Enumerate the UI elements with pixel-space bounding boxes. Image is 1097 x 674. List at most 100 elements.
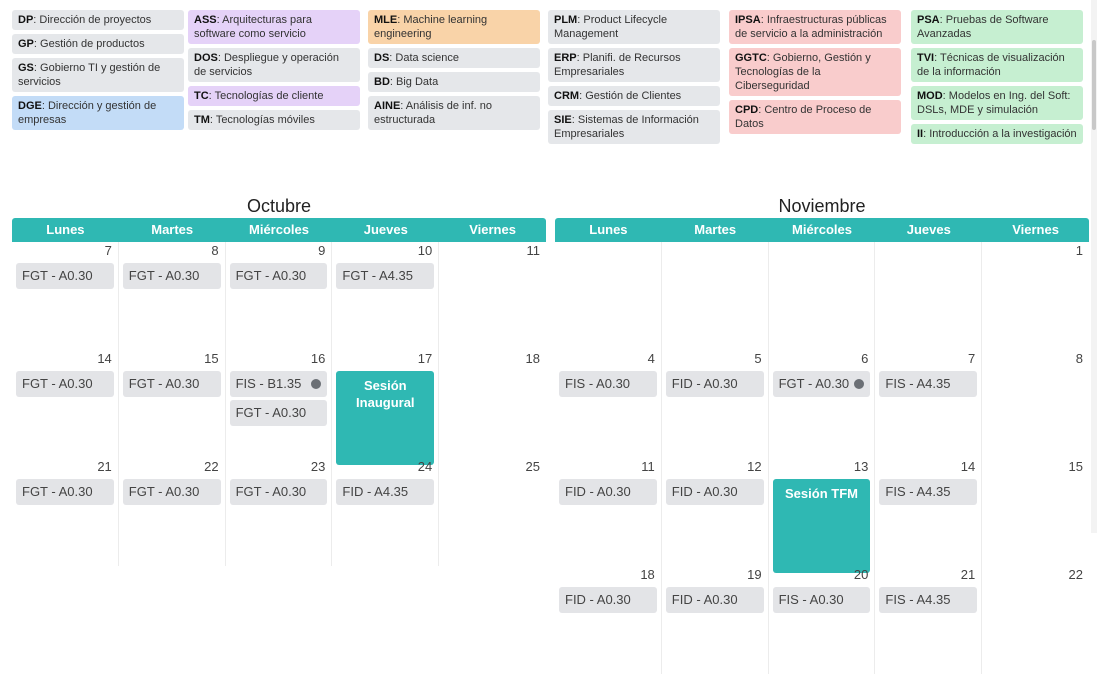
class-event[interactable]: FID - A4.35 xyxy=(336,479,435,505)
calendar-day[interactable]: 22 FGT - A0.30 xyxy=(119,458,226,566)
legend-item-mod[interactable]: MOD: Modelos en Ing. del Soft: DSLs, MDE… xyxy=(911,86,1083,120)
calendar-day[interactable]: 4 FIS - A0.30 xyxy=(555,350,662,458)
calendar-day[interactable]: 25 xyxy=(439,458,546,566)
legend-item-tvi[interactable]: TVI: Técnicas de visualización de la inf… xyxy=(911,48,1083,82)
class-event[interactable]: FGT - A0.30 xyxy=(16,263,114,289)
class-event[interactable]: FIS - A0.30 xyxy=(772,587,871,613)
legend-item-gs[interactable]: GS: Gobierno TI y gestión de servicios xyxy=(12,58,184,92)
calendar-day[interactable]: 10 FGT - A4.35 xyxy=(332,242,440,350)
day-number: 12 xyxy=(747,459,762,474)
class-event[interactable]: FID - A0.30 xyxy=(559,587,657,613)
calendar-day[interactable]: 5 FID - A0.30 xyxy=(662,350,769,458)
legend-item-cpd[interactable]: CPD: Centro de Proceso de Datos xyxy=(729,100,901,134)
calendar-day[interactable]: 7 FGT - A0.30 xyxy=(12,242,119,350)
class-event[interactable]: FGT - A0.30 xyxy=(229,479,328,505)
special-session-event[interactable]: Sesión TFM xyxy=(772,479,871,573)
calendar-day[interactable]: 8 FGT - A0.30 xyxy=(119,242,226,350)
legend-item-dge[interactable]: DGE: Dirección y gestión de empresas xyxy=(12,96,184,130)
scrollbar-thumb[interactable] xyxy=(1092,40,1096,130)
calendar-day[interactable]: 1 xyxy=(982,242,1089,350)
class-event[interactable]: FIS - A4.35 xyxy=(879,371,978,397)
legend-item-erp[interactable]: ERP: Planifi. de Recursos Empresariales xyxy=(548,48,720,82)
calendar-day[interactable]: 6 FGT - A0.30 xyxy=(769,350,876,458)
weekday-0: Lunes xyxy=(46,222,85,237)
event-label: FGT - A0.30 xyxy=(22,484,93,499)
legend-name: Big Data xyxy=(396,76,439,88)
legend-code: DGE xyxy=(18,100,42,112)
calendar-day[interactable]: 20 FIS - A0.30 xyxy=(769,566,876,674)
legend-item-crm[interactable]: CRM: Gestión de Clientes xyxy=(548,86,720,106)
calendar-day[interactable]: 19 FID - A0.30 xyxy=(662,566,769,674)
event-label: FGT - A0.30 xyxy=(22,376,93,391)
calendar-day[interactable]: 11 xyxy=(439,242,546,350)
class-event[interactable]: FID - A0.30 xyxy=(665,479,764,505)
legend-item-tm[interactable]: TM: Tecnologías móviles xyxy=(188,110,360,130)
class-event[interactable]: FGT - A0.30 xyxy=(122,371,221,397)
calendar-day[interactable]: 21 FGT - A0.30 xyxy=(12,458,119,566)
legend-item-dp[interactable]: DP: Dirección de proyectos xyxy=(12,10,184,30)
calendar-day[interactable] xyxy=(769,242,876,350)
legend-item-tc[interactable]: TC: Tecnologías de cliente xyxy=(188,86,360,106)
legend-item-ii[interactable]: II: Introducción a la investigación xyxy=(911,124,1083,144)
event-label: FID - A0.30 xyxy=(671,484,738,499)
calendar-day[interactable]: 7 FIS - A4.35 xyxy=(875,350,983,458)
calendar-day[interactable]: 18 FID - A0.30 xyxy=(555,566,662,674)
legend-code: TC xyxy=(194,90,209,102)
class-event[interactable]: FIS - A4.35 xyxy=(879,587,978,613)
class-event[interactable]: FGT - A0.30 xyxy=(16,371,114,397)
legend-item-ass[interactable]: ASS: Arquitecturas para software como se… xyxy=(188,10,360,44)
calendar-day[interactable]: 14 FIS - A4.35 xyxy=(875,458,983,573)
calendar-day[interactable]: 18 xyxy=(439,350,546,465)
class-event[interactable]: FIS - A4.35 xyxy=(879,479,978,505)
legend-code: GGTC xyxy=(735,52,767,64)
class-event[interactable]: FGT - A0.30 xyxy=(122,263,221,289)
vertical-scrollbar[interactable] xyxy=(1091,0,1097,533)
legend-item-gp[interactable]: GP: Gestión de productos xyxy=(12,34,184,54)
calendar-day[interactable]: 12 FID - A0.30 xyxy=(662,458,769,573)
class-event[interactable]: FGT - A0.30 xyxy=(16,479,114,505)
legend-item-aine[interactable]: AINE: Análisis de inf. no estructurada xyxy=(368,96,540,130)
day-number xyxy=(555,242,661,260)
class-event[interactable]: FGT - A0.30 xyxy=(122,479,221,505)
legend-item-ipsa[interactable]: IPSA: Infraestructuras públicas de servi… xyxy=(729,10,901,44)
class-event[interactable]: FID - A0.30 xyxy=(665,587,764,613)
class-event[interactable]: FGT - A0.30 xyxy=(229,400,328,426)
legend-item-sie[interactable]: SIE: Sistemas de Información Empresarial… xyxy=(548,110,720,144)
class-event[interactable]: FIS - B1.35 xyxy=(229,371,328,397)
calendar-day[interactable]: 9 FGT - A0.30 xyxy=(226,242,333,350)
calendar-day[interactable]: 16 FIS - B1.35 FGT - A0.30 xyxy=(226,350,333,465)
calendar-day[interactable]: 15 FGT - A0.30 xyxy=(119,350,226,465)
calendar-day[interactable]: 15 xyxy=(982,458,1089,573)
class-event[interactable]: FGT - A4.35 xyxy=(336,263,435,289)
calendar-day[interactable]: 24 FID - A4.35 xyxy=(332,458,440,566)
legend-name: Gestión de productos xyxy=(40,38,145,50)
class-event[interactable]: FIS - A0.30 xyxy=(559,371,657,397)
calendar-day[interactable]: 23 FGT - A0.30 xyxy=(226,458,333,566)
class-event[interactable]: FGT - A0.30 xyxy=(772,371,871,397)
calendar-day[interactable] xyxy=(555,242,662,350)
class-event[interactable]: FID - A0.30 xyxy=(559,479,657,505)
legend-item-ggtc[interactable]: GGTC: Gobierno, Gestión y Tecnologías de… xyxy=(729,48,901,96)
class-event[interactable]: FID - A0.30 xyxy=(665,371,764,397)
legend-item-mle[interactable]: MLE: Machine learning engineering xyxy=(368,10,540,44)
legend-item-plm[interactable]: PLM: Product Lifecycle Management xyxy=(548,10,720,44)
calendar-day[interactable]: 21 FIS - A4.35 xyxy=(875,566,983,674)
calendar-day[interactable]: 8 xyxy=(982,350,1089,458)
calendar-month-title: Octubre xyxy=(246,196,312,216)
calendar-day[interactable]: 11 FID - A0.30 xyxy=(555,458,662,573)
legend-item-ds[interactable]: DS: Data science xyxy=(368,48,540,68)
calendar-day[interactable]: 22 xyxy=(982,566,1089,674)
legend-item-bd[interactable]: BD: Big Data xyxy=(368,72,540,92)
legend-item-psa[interactable]: PSA: Pruebas de Software Avanzadas xyxy=(911,10,1083,44)
day-number xyxy=(875,242,981,260)
calendar-day[interactable]: 17 Sesión Inaugural xyxy=(332,350,440,465)
calendar-day[interactable] xyxy=(875,242,983,350)
calendar-day[interactable] xyxy=(662,242,769,350)
event-label: FGT - A0.30 xyxy=(235,484,307,499)
class-event[interactable]: FGT - A0.30 xyxy=(229,263,328,289)
calendar-day[interactable]: 13 Sesión TFM xyxy=(769,458,876,573)
calendar-day[interactable]: 14 FGT - A0.30 xyxy=(12,350,119,465)
special-session-event[interactable]: Sesión Inaugural xyxy=(336,371,435,465)
legend-item-dos[interactable]: DOS: Despliegue y operación de servicios xyxy=(188,48,360,82)
legend-code: DS xyxy=(374,52,390,64)
